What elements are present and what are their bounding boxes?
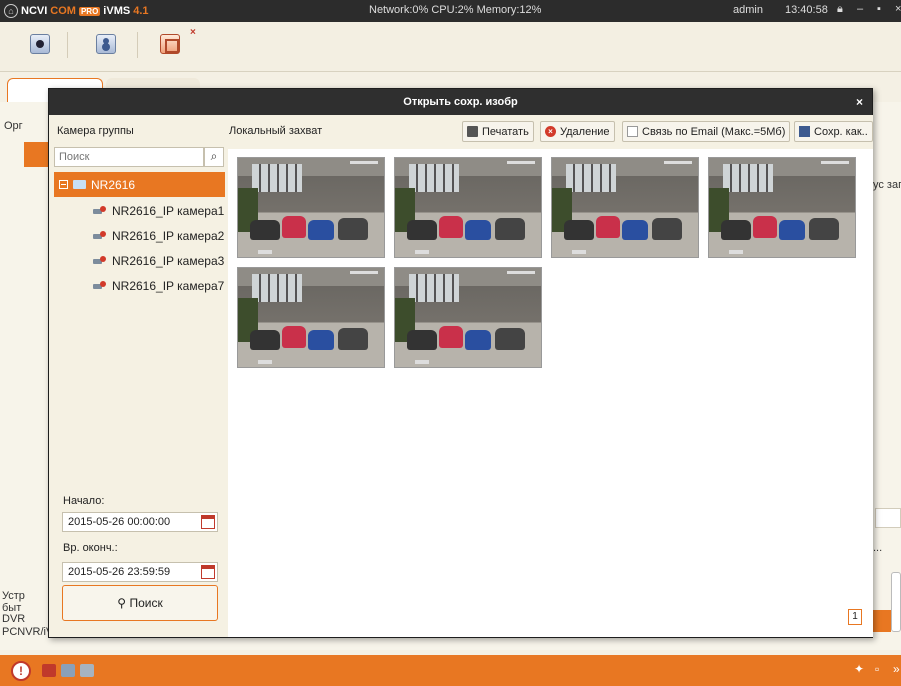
maximize-button[interactable]: ▪ bbox=[877, 3, 881, 15]
end-time-value: 2015-05-26 23:59:59 bbox=[68, 566, 171, 578]
capture-toolbar: Локальный захват Печатать × Удаление Свя… bbox=[228, 115, 873, 149]
status-bar: ! ✦ ▫ » bbox=[0, 655, 901, 686]
record-icon[interactable] bbox=[42, 664, 56, 677]
brand-version: 4.1 bbox=[133, 5, 149, 17]
print-button[interactable]: Печатать bbox=[462, 121, 534, 142]
minimize-button[interactable]: – bbox=[857, 3, 863, 15]
local-capture-panel: Локальный захват Печатать × Удаление Свя… bbox=[228, 115, 873, 637]
end-time-field[interactable]: 2015-05-26 23:59:59 bbox=[62, 562, 218, 582]
brand-name: iVMS bbox=[103, 5, 131, 17]
pin-icon[interactable]: ✦ bbox=[854, 662, 864, 676]
printer-icon bbox=[467, 126, 478, 137]
user-icon[interactable] bbox=[96, 34, 116, 54]
dialog-title-bar: Открыть сохр. изобр × bbox=[49, 89, 872, 115]
ip-camera-icon bbox=[93, 256, 107, 266]
folder-icon bbox=[73, 180, 86, 189]
delete-button[interactable]: × Удаление bbox=[540, 121, 615, 142]
brand-text-a: NCVI bbox=[21, 5, 48, 17]
save-as-button-label: Сохр. как.. bbox=[814, 125, 868, 138]
camera-item[interactable]: NR2616_IP камера1 bbox=[93, 201, 224, 221]
snapshot-thumbnail[interactable] bbox=[237, 157, 385, 258]
calendar-icon[interactable] bbox=[201, 565, 215, 579]
search-button-label: Поиск bbox=[129, 596, 163, 610]
camera-icon[interactable] bbox=[30, 34, 50, 54]
snapshot-thumbnail[interactable] bbox=[708, 157, 856, 258]
print-button-label: Печатать bbox=[482, 125, 529, 138]
background-text: Устр bbox=[2, 590, 25, 602]
app-titlebar: ⌂ NCVI COM PRO iVMS 4.1 Network:0% CPU:2%… bbox=[0, 0, 901, 22]
page-number-button[interactable]: 1 bbox=[848, 609, 862, 625]
toolbar-close-icon[interactable]: × bbox=[190, 27, 196, 38]
camera-group-sidebar: Камера группы ⌕ NR2616 NR2616_IP камера1… bbox=[50, 115, 226, 637]
close-app-button[interactable]: × bbox=[895, 3, 901, 15]
brand-pro-badge: PRO bbox=[78, 6, 101, 16]
main-toolbar: × bbox=[0, 22, 901, 72]
collapse-icon[interactable] bbox=[59, 180, 68, 189]
save-icon bbox=[799, 126, 810, 137]
lock-icon[interactable]: 🔒︎ bbox=[837, 3, 843, 16]
snapshot-thumbnail[interactable] bbox=[237, 267, 385, 368]
background-field bbox=[875, 508, 901, 528]
checkbox-icon bbox=[627, 126, 638, 137]
monitor-icon[interactable] bbox=[61, 664, 75, 677]
snapshot-thumbnail[interactable] bbox=[394, 157, 542, 258]
start-time-label: Начало: bbox=[63, 495, 105, 507]
snapshot-thumbnail[interactable] bbox=[394, 267, 542, 368]
restore-icon[interactable]: ▫ bbox=[875, 662, 879, 676]
save-as-button[interactable]: Сохр. как.. bbox=[794, 121, 873, 142]
camera-item[interactable]: NR2616_IP камера3 bbox=[93, 251, 224, 271]
ip-camera-icon bbox=[93, 206, 107, 216]
camera-item-label: NR2616_IP камера7 bbox=[112, 279, 225, 293]
clock: 13:40:58 bbox=[785, 4, 828, 16]
capture-title: Локальный захват bbox=[229, 125, 323, 137]
tree-node-nr2616[interactable]: NR2616 bbox=[54, 172, 225, 197]
camera-search-input[interactable] bbox=[54, 147, 204, 167]
camera-item[interactable]: NR2616_IP камера2 bbox=[93, 226, 224, 246]
speaker-icon[interactable] bbox=[80, 664, 94, 677]
delete-icon: × bbox=[545, 126, 556, 137]
camera-group-heading: Камера группы bbox=[57, 125, 134, 137]
open-saved-images-dialog: Открыть сохр. изобр × Камера группы ⌕ NR… bbox=[48, 88, 873, 638]
background-highlight bbox=[24, 142, 48, 167]
camera-item-label: NR2616_IP камера1 bbox=[112, 204, 225, 218]
dialog-title: Открыть сохр. изобр bbox=[403, 96, 518, 108]
start-time-value: 2015-05-26 00:00:00 bbox=[68, 516, 171, 528]
ip-camera-icon bbox=[93, 281, 107, 291]
camera-item-label: NR2616_IP камера3 bbox=[112, 254, 225, 268]
current-user[interactable]: admin bbox=[733, 4, 763, 16]
home-icon[interactable]: ⌂ bbox=[4, 4, 18, 18]
search-icon: ⚲ bbox=[117, 596, 127, 610]
system-stats: Network:0% CPU:2% Memory:12% bbox=[369, 4, 542, 16]
delete-button-label: Удаление bbox=[560, 125, 610, 138]
end-time-label: Вр. оконч.: bbox=[63, 542, 118, 554]
start-time-field[interactable]: 2015-05-26 00:00:00 bbox=[62, 512, 218, 532]
background-text: ус заг bbox=[873, 179, 901, 191]
email-button-label: Связь по Email (Макс.=5Мб) bbox=[642, 125, 786, 138]
toolbar-divider bbox=[67, 32, 68, 58]
ip-camera-icon bbox=[93, 231, 107, 241]
toolbar-divider bbox=[137, 32, 138, 58]
brand-text-b: COM bbox=[50, 5, 76, 17]
background-scrollbar[interactable] bbox=[891, 572, 901, 632]
snapshot-thumbnail[interactable] bbox=[551, 157, 699, 258]
app-logo: ⌂ NCVI COM PRO iVMS 4.1 bbox=[4, 3, 149, 19]
search-button[interactable]: ⚲ Поиск bbox=[62, 585, 218, 621]
expand-icon[interactable]: » bbox=[893, 662, 900, 676]
background-highlight bbox=[873, 610, 891, 632]
camera-item[interactable]: NR2616_IP камера7 bbox=[93, 276, 224, 296]
background-text: ... bbox=[873, 542, 883, 554]
window-icon[interactable] bbox=[160, 34, 180, 54]
calendar-icon[interactable] bbox=[201, 515, 215, 529]
email-button[interactable]: Связь по Email (Макс.=5Мб) bbox=[622, 121, 791, 142]
dialog-close-button[interactable]: × bbox=[856, 89, 863, 115]
tree-node-label: NR2616 bbox=[91, 178, 136, 192]
search-icon[interactable]: ⌕ bbox=[204, 147, 224, 167]
camera-item-label: NR2616_IP камера2 bbox=[112, 229, 225, 243]
background-text: DVR bbox=[2, 613, 26, 625]
background-text: Орг bbox=[4, 120, 23, 132]
alarm-icon[interactable]: ! bbox=[11, 661, 31, 681]
